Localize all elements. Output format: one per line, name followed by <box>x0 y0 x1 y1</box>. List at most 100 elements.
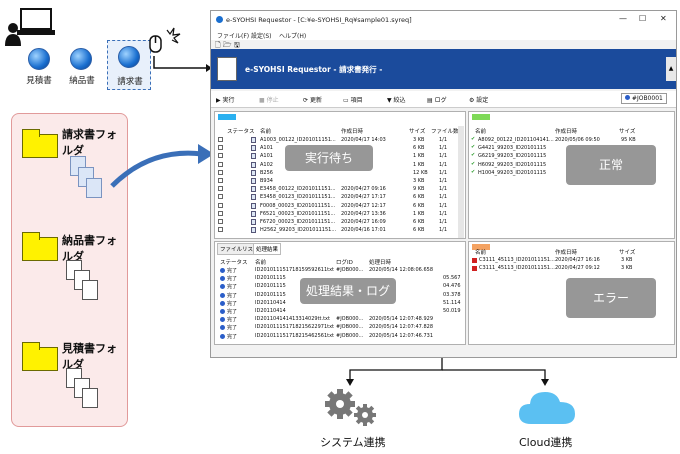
new-file-icon[interactable]: 🗋 <box>215 41 221 49</box>
queue-row[interactable]: E3458_00123_ID201011151... 2020/04/27 17:… <box>215 193 455 201</box>
queue-cell-count: 1/1 <box>439 145 448 152</box>
app-window: e-SYOHSI Requestor - [C:¥e-SYOHSI_Rq¥sam… <box>210 10 677 358</box>
row-checkbox[interactable] <box>218 137 223 142</box>
success-row[interactable]: ✔ A8092_00122_ID201104141... 2020/05/06 09… <box>469 136 674 144</box>
error-icon <box>472 266 477 272</box>
log-cell-time: 2020/05/14 12:07:46.731 <box>369 332 433 339</box>
menu-file[interactable]: ファイル(F) <box>217 31 249 40</box>
queue-cell-created: 2020/04/27 16:09 <box>341 219 386 225</box>
log-cell-name: ID201011151718215462561txt <box>255 332 335 339</box>
row-checkbox[interactable] <box>218 178 223 183</box>
refresh-button[interactable]: ⟳ 更新 <box>303 95 322 104</box>
queue-cell-size: 12 KB <box>413 169 428 176</box>
queue-cell-name: A1003_00122_ID201011151... <box>260 137 336 143</box>
queue-cell-name: F0008_00023_ID201011151... <box>260 202 336 209</box>
queue-pane: ステータス 名前 作成日時 サイズ ファイル数 A1003_00122_ID20… <box>214 111 466 239</box>
log-cell-name: ID20110414 <box>255 299 286 306</box>
queue-row[interactable]: F6720_00023_ID201011151... 2020/04/27 16:… <box>215 218 455 226</box>
row-checkbox[interactable] <box>218 145 223 151</box>
queue-row[interactable]: B934 3 KB 1/1 <box>215 177 455 185</box>
banner-collapse-icon[interactable]: ▲ <box>666 57 676 81</box>
error-cell-size: 3 KB <box>621 257 633 263</box>
queue-scrollbar[interactable] <box>458 126 464 238</box>
row-checkbox[interactable] <box>218 186 223 192</box>
log-cell-time: 50.019 <box>443 308 461 314</box>
filter-button[interactable]: ▼ 絞込 <box>387 95 406 104</box>
queue-row[interactable]: A1003_00122_ID201011151... 2020/04/17 14:… <box>215 136 455 144</box>
log-button[interactable]: ▤ ログ <box>427 95 447 104</box>
menu-settings[interactable]: 設定(S) <box>251 31 272 40</box>
info-icon <box>220 309 225 314</box>
queue-header-count: ファイル数 <box>431 129 459 135</box>
queue-cell-count: 1/1 <box>439 186 448 193</box>
success-color-tab <box>472 114 490 120</box>
file-icon <box>251 202 256 209</box>
maximize-button[interactable]: ☐ <box>639 14 646 23</box>
info-icon <box>625 95 630 100</box>
menu-help[interactable]: ヘルプ(H) <box>279 31 306 40</box>
app-icon <box>216 16 223 23</box>
delivery-doc-label: 納品書 <box>69 76 95 86</box>
queue-header-name: 名前 <box>260 129 272 135</box>
queue-cell-count: 1/1 <box>439 153 448 160</box>
log-header-time: 処理日時 <box>369 260 392 266</box>
main-toolbar: ▶ 実行 ■ 停止 ⟳ 更新 ▭ 項目 ▼ 絞込 ▤ ログ ⚙ 設定 #JOB0… <box>211 91 676 108</box>
row-checkbox[interactable] <box>218 194 223 200</box>
row-checkbox[interactable] <box>218 202 223 208</box>
queue-cell-created: 2020/04/16 17:01 <box>341 227 386 234</box>
queue-cell-created: 2020/04/27 09:16 <box>341 186 386 193</box>
success-cell-name: G6219_99203_ID20101115 <box>478 153 547 160</box>
success-cell-name: H6092_99203_ID20101115 <box>478 161 547 168</box>
success-overlay-label: 正常 <box>566 145 656 185</box>
estimate-doc-icon <box>25 45 53 73</box>
curved-arrow-icon <box>110 140 215 190</box>
log-cell-name: ID201104141413314029tt.txt <box>255 316 330 323</box>
arrow-to-window-icon <box>152 54 212 74</box>
success-header-created: 作成日時 <box>555 129 578 135</box>
row-checkbox[interactable] <box>218 153 223 159</box>
row-checkbox[interactable] <box>218 169 223 175</box>
log-row[interactable]: 完了 ID20110414 50.019 <box>215 307 463 315</box>
run-button[interactable]: ▶ 実行 <box>216 95 235 104</box>
error-cell-name: C3111_45113_ID201011151... <box>479 265 555 272</box>
banner: e-SYOHSI Requestor - 請求書発行 - ▲ <box>211 49 676 89</box>
row-checkbox[interactable] <box>218 219 223 224</box>
cloud-link-label: Cloud連携 <box>519 436 573 449</box>
check-icon: ✔ <box>471 160 476 167</box>
settings-button[interactable]: ⚙ 設定 <box>469 95 488 104</box>
tab-results[interactable]: 処理結果 <box>253 243 282 255</box>
folder-icon <box>22 342 58 371</box>
close-button[interactable]: ✕ <box>660 14 667 23</box>
queue-cell-size: 6 KB <box>413 145 425 152</box>
queue-cell-count: 1/1 <box>439 178 448 184</box>
queue-row[interactable]: F0008_00023_ID201011151... 2020/04/27 12:… <box>215 202 455 210</box>
queue-row[interactable]: E3458_00122_ID201011151... 2020/04/27 09:… <box>215 185 455 193</box>
file-icon <box>251 153 256 160</box>
info-icon <box>220 333 225 339</box>
stop-button[interactable]: ■ 停止 <box>259 95 279 104</box>
queue-cell-size: 1 KB <box>413 210 425 217</box>
save-icon[interactable]: 🖫 <box>234 41 240 49</box>
row-checkbox[interactable] <box>218 227 223 233</box>
row-checkbox[interactable] <box>218 210 223 216</box>
invoice-edit-icon <box>217 57 237 81</box>
minimize-button[interactable]: — <box>619 14 627 23</box>
log-row[interactable]: 完了 ID201011151718215462561txt #JOB000... 20… <box>215 332 463 340</box>
queue-row[interactable]: F6521_00023_ID201011151... 2020/04/27 13:… <box>215 210 455 218</box>
queue-cell-size: 9 KB <box>413 186 425 193</box>
error-row[interactable]: C3111_45113_ID201011151... 2020/04/27 09:… <box>469 264 674 272</box>
log-cell-name: ID20110414 <box>255 308 286 314</box>
open-folder-icon[interactable]: 🗁 <box>223 41 232 49</box>
error-pane: 名前 作成日時 サイズ C3111_45113_ID201011151... 20… <box>468 241 675 345</box>
queue-row[interactable]: H2562_99203_ID201011151... 2020/04/16 17:… <box>215 226 455 234</box>
document-icon <box>82 388 98 408</box>
document-icon <box>86 178 102 198</box>
log-row[interactable]: 完了 ID201104141413314029tt.txt #JOB000... 20… <box>215 315 463 323</box>
error-row[interactable]: C3111_45113_ID201011151... 2020/04/27 16:… <box>469 256 674 264</box>
row-checkbox[interactable] <box>218 161 223 167</box>
log-row[interactable]: 完了 ID201011151718215622971txt #JOB000... 20… <box>215 323 463 331</box>
queue-cell-count: 1/1 <box>439 202 448 209</box>
queue-header-status: ステータス <box>227 129 255 135</box>
log-row[interactable]: 完了 ID201011151718159592611txt #JOB000... 20… <box>215 266 463 274</box>
columns-button[interactable]: ▭ 項目 <box>343 95 363 104</box>
